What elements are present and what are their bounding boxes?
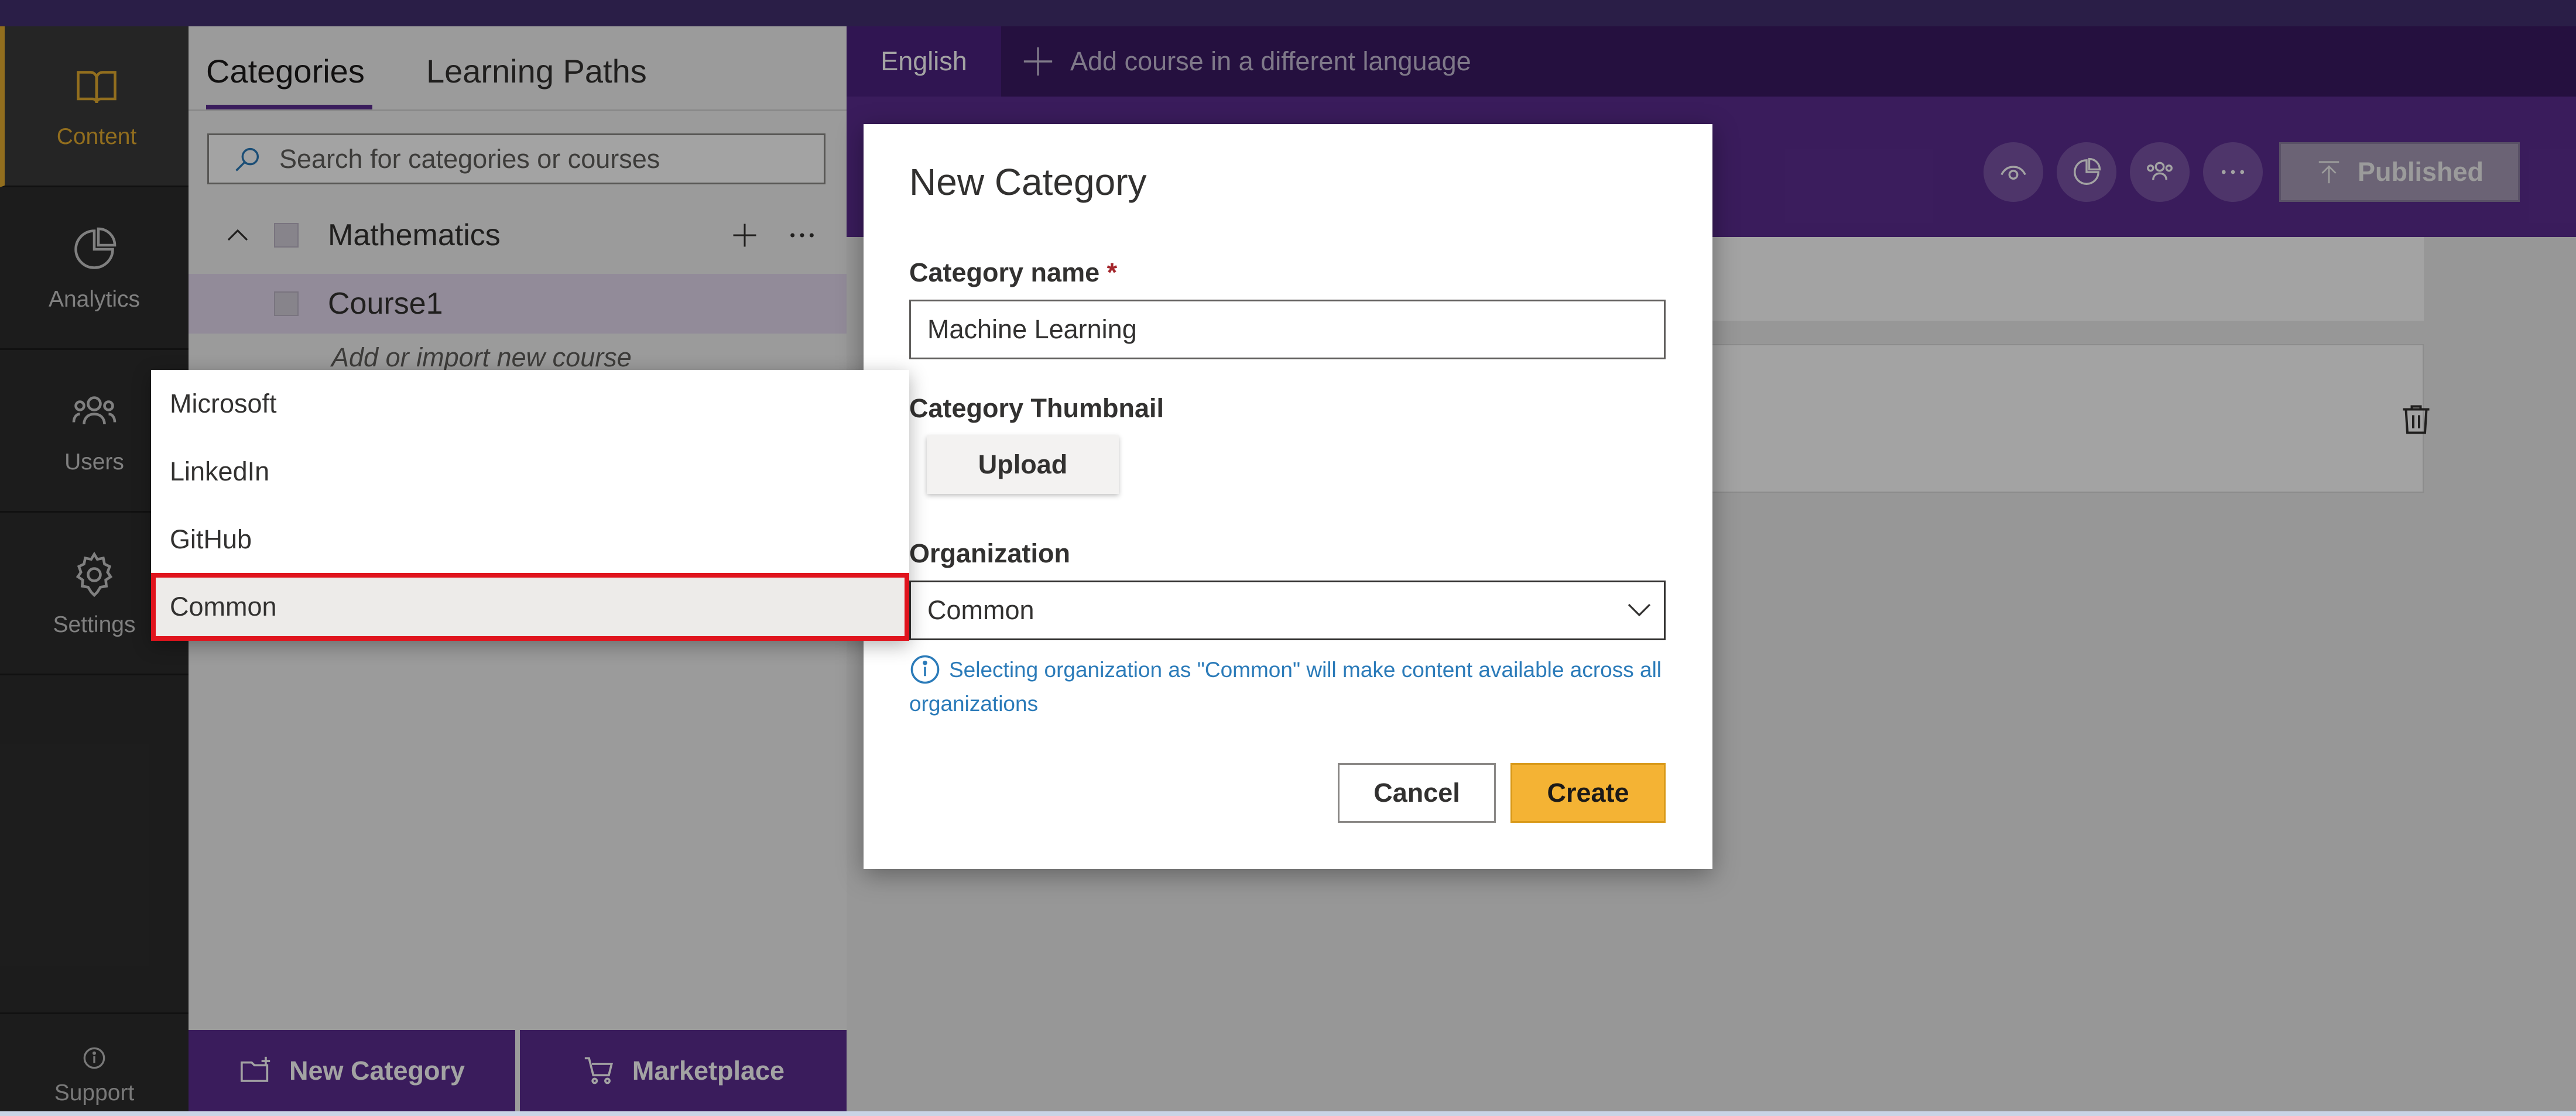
organization-label: Organization	[909, 538, 1071, 568]
chevron-down-icon	[1628, 603, 1651, 617]
top-bar	[0, 0, 2576, 26]
organization-dropdown-list: Microsoft LinkedIn GitHub Common	[151, 370, 909, 641]
info-icon	[910, 655, 940, 684]
bottom-edge	[0, 1111, 2576, 1116]
required-marker: *	[1107, 257, 1118, 287]
dropdown-option-common[interactable]: Common	[151, 573, 909, 641]
dropdown-option-microsoft[interactable]: Microsoft	[151, 370, 909, 438]
dropdown-option-linkedin[interactable]: LinkedIn	[151, 438, 909, 506]
category-name-label-text: Category name	[909, 257, 1100, 287]
new-category-dialog: New Category Category name * Category Th…	[864, 124, 1712, 869]
category-name-label: Category name *	[909, 257, 1117, 288]
dropdown-option-github[interactable]: GitHub	[151, 506, 909, 574]
organization-info-note: Selecting organization as "Common" will …	[909, 653, 1670, 721]
dialog-title: New Category	[909, 161, 1147, 203]
category-thumbnail-label: Category Thumbnail	[909, 393, 1164, 423]
info-note-text: Selecting organization as "Common" will …	[909, 658, 1662, 716]
category-name-field	[909, 300, 1666, 359]
upload-button[interactable]: Upload	[927, 435, 1119, 494]
create-button[interactable]: Create	[1510, 763, 1666, 823]
organization-selected-value: Common	[927, 595, 1034, 625]
cancel-button[interactable]: Cancel	[1338, 763, 1496, 823]
organization-select[interactable]: Common	[909, 581, 1666, 640]
category-name-input[interactable]	[927, 314, 1642, 345]
